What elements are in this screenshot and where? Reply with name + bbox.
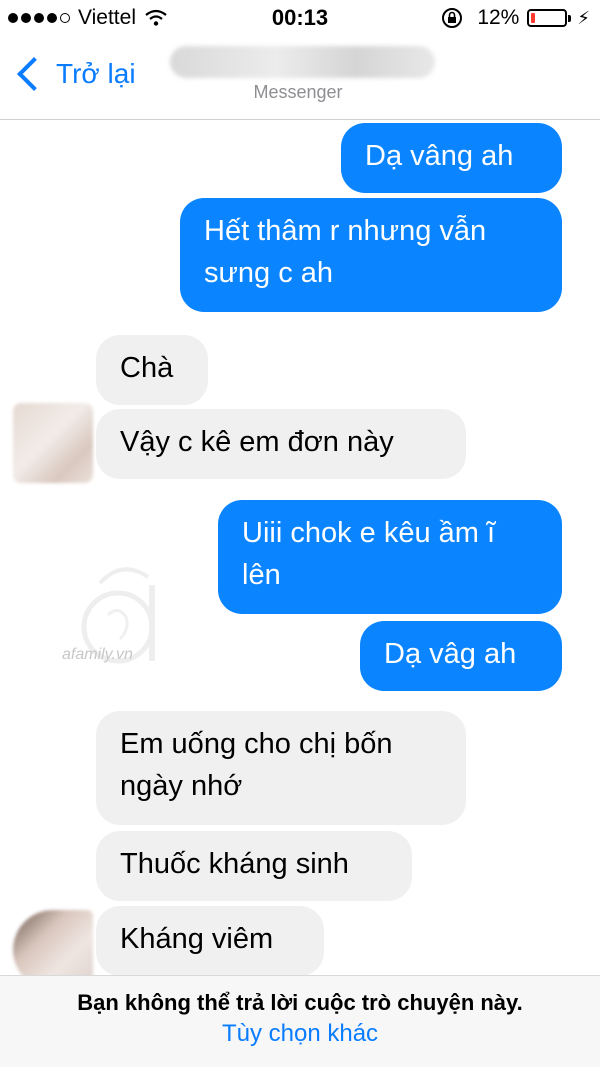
- status-bar: Viettel 00:13 12% ⚡: [0, 0, 600, 40]
- battery-percent: 12%: [477, 6, 520, 29]
- charging-icon: ⚡: [577, 7, 590, 28]
- message-incoming[interactable]: Em uống cho chị bốn ngày nhớ: [96, 711, 466, 825]
- conversation-subtitle: Messenger: [253, 82, 343, 102]
- battery-icon: [527, 9, 572, 27]
- watermark-text: afamily.vn: [62, 646, 133, 663]
- reply-disabled-bar: Bạn không thể trả lời cuộc trò chuyện nà…: [0, 975, 600, 1067]
- message-incoming[interactable]: Thuốc kháng sinh: [96, 831, 412, 901]
- status-right: 12% ⚡: [441, 6, 590, 30]
- message-outgoing[interactable]: Hết thâm r nhưng vẫn sưng c ah: [180, 198, 562, 312]
- sender-avatar[interactable]: [13, 403, 93, 483]
- navigation-bar: Trở lại Messenger: [0, 40, 600, 120]
- conversation-name-redacted: [170, 46, 435, 78]
- rotation-lock-icon: [442, 8, 463, 28]
- message-outgoing[interactable]: Dạ vâng ah: [341, 123, 562, 193]
- cannot-reply-message: Bạn không thể trả lời cuộc trò chuyện nà…: [77, 990, 523, 1015]
- more-options-link[interactable]: Tùy chọn khác: [222, 1020, 378, 1048]
- message-outgoing[interactable]: Dạ vâg ah: [360, 621, 562, 691]
- message-outgoing[interactable]: Uiii chok e kêu ầm ĩ lên: [218, 500, 562, 614]
- message-incoming[interactable]: Vậy c kê em đơn này: [96, 409, 466, 479]
- message-incoming[interactable]: Chà: [96, 335, 208, 405]
- battery-level: [531, 13, 536, 23]
- message-incoming[interactable]: Kháng viêm: [96, 906, 324, 976]
